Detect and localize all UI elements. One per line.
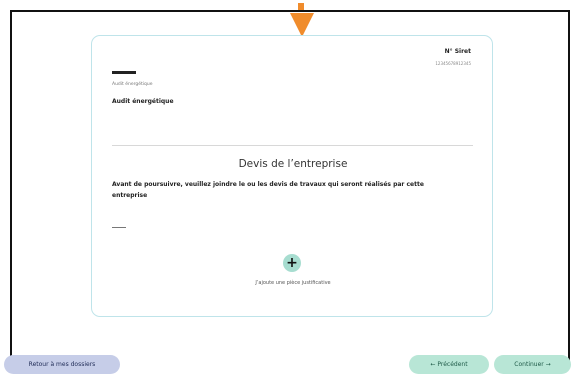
section-divider <box>112 145 473 146</box>
step-marker <box>298 3 304 10</box>
section-title: Devis de l’entreprise <box>238 158 348 170</box>
work-type-title: Audit énergétique <box>112 98 174 105</box>
siret-label: N° Siret <box>444 48 471 55</box>
plus-icon: + <box>286 255 298 271</box>
down-arrow-indicator <box>290 13 314 37</box>
quote-card: N° Siret 12345678912345 Audit énergétiqu… <box>91 35 493 317</box>
title-dash <box>112 71 136 74</box>
add-document-label[interactable]: J’ajoute une pièce justificative <box>92 280 494 286</box>
continue-button[interactable]: Continuer → <box>494 355 571 374</box>
previous-button[interactable]: ← Précédent <box>409 355 489 374</box>
back-to-files-button[interactable]: Retour à mes dossiers <box>4 355 120 374</box>
section-description: Avant de poursuivre, veuillez joindre le… <box>112 181 424 199</box>
work-type-small-label: Audit énergétique <box>112 82 153 87</box>
empty-list-dash <box>112 227 126 228</box>
add-document-button[interactable]: + <box>283 254 301 272</box>
siret-value: 12345678912345 <box>435 61 471 66</box>
